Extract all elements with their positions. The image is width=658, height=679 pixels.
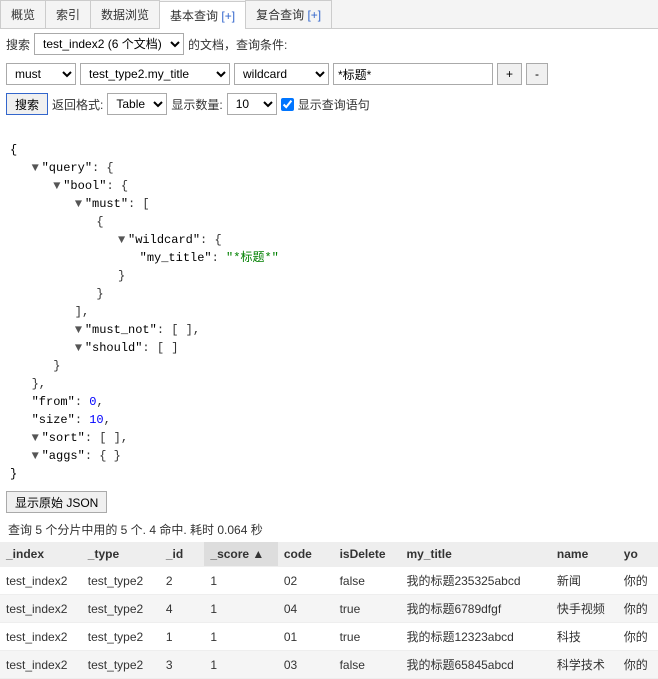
cell-type: test_type2 [82, 567, 160, 595]
tab-basic-query-add-icon[interactable]: [+] [221, 9, 235, 23]
cell-yourname: 你的 [618, 567, 658, 595]
tab-basic-query[interactable]: 基本查询 [+] [159, 1, 246, 29]
result-stats: 查询 5 个分片中用的 5 个. 4 命中. 耗时 0.064 秒 [0, 517, 658, 542]
query-json-view: { ▼"query": { ▼"bool": { ▼"must": [ { ▼"… [0, 119, 658, 487]
cell-isDelete: false [334, 651, 401, 679]
cell-isDelete: false [334, 567, 401, 595]
cell-isDelete: true [334, 623, 401, 651]
table-row[interactable]: test_index2test_type24104true我的标题6789dfg… [0, 595, 658, 623]
index-select[interactable]: test_index2 (6 个文档) [34, 33, 184, 55]
cell-code: 04 [278, 595, 334, 623]
cell-type: test_type2 [82, 651, 160, 679]
tab-browse[interactable]: 数据浏览 [90, 0, 160, 28]
bool-op-select[interactable]: must [6, 63, 76, 85]
cell-name: 科技 [551, 623, 618, 651]
table-row[interactable]: test_index2test_type23103false我的标题65845a… [0, 651, 658, 679]
cell-index: test_index2 [0, 567, 82, 595]
format-label: 返回格式: [52, 96, 103, 113]
cell-my_title: 我的标题6789dfgf [400, 595, 550, 623]
cell-name: 科学技术 [551, 651, 618, 679]
tab-bar: 概览 索引 数据浏览 基本查询 [+] 复合查询 [+] [0, 0, 658, 29]
show-query-checkbox[interactable] [281, 98, 294, 111]
tab-compound-query-label: 复合查询 [256, 8, 304, 22]
table-row[interactable]: test_index2test_type21101true我的标题12323ab… [0, 623, 658, 651]
cell-yourname: 你的 [618, 651, 658, 679]
query-type-select[interactable]: wildcard [234, 63, 329, 85]
cell-type: test_type2 [82, 623, 160, 651]
field-select[interactable]: test_type2.my_title [80, 63, 230, 85]
cell-my_title: 我的标题235325abcd [400, 567, 550, 595]
show-raw-json-button[interactable]: 显示原始 JSON [6, 491, 107, 513]
cell-my_title: 我的标题65845abcd [400, 651, 550, 679]
cell-name: 快手视频 [551, 595, 618, 623]
cell-index: test_index2 [0, 623, 82, 651]
add-condition-button[interactable]: + [497, 63, 522, 85]
cell-code: 02 [278, 567, 334, 595]
count-label: 显示数量: [171, 96, 222, 113]
table-row[interactable]: test_index2test_type22102false我的标题235325… [0, 567, 658, 595]
index-select-row: 搜索 test_index2 (6 个文档) 的文档，查询条件: [0, 29, 658, 59]
tab-compound-query-add-icon[interactable]: [+] [307, 8, 321, 22]
cell-id: 4 [160, 595, 205, 623]
cell-index: test_index2 [0, 651, 82, 679]
cell-score: 1 [204, 651, 277, 679]
cell-id: 2 [160, 567, 205, 595]
cell-index: test_index2 [0, 595, 82, 623]
cell-score: 1 [204, 567, 277, 595]
tab-overview[interactable]: 概览 [0, 0, 46, 28]
cell-yourname: 你的 [618, 595, 658, 623]
format-select[interactable]: Table [107, 93, 167, 115]
tab-indices[interactable]: 索引 [45, 0, 91, 28]
search-button[interactable]: 搜索 [6, 93, 48, 115]
cell-code: 03 [278, 651, 334, 679]
cell-score: 1 [204, 623, 277, 651]
doc-cond-label: 的文档，查询条件: [188, 36, 287, 53]
run-row: 搜索 返回格式: Table 显示数量: 10 显示查询语句 [0, 89, 658, 119]
tab-basic-query-label: 基本查询 [170, 9, 218, 23]
cell-yourname: 你的 [618, 623, 658, 651]
tab-compound-query[interactable]: 复合查询 [+] [245, 0, 332, 28]
count-select[interactable]: 10 [227, 93, 277, 115]
remove-condition-button[interactable]: - [526, 63, 548, 85]
show-query-label: 显示查询语句 [298, 96, 370, 113]
cell-score: 1 [204, 595, 277, 623]
cell-my_title: 我的标题12323abcd [400, 623, 550, 651]
cell-id: 1 [160, 623, 205, 651]
condition-row: must test_type2.my_title wildcard + - [0, 59, 658, 89]
search-label: 搜索 [6, 36, 30, 53]
cell-name: 新闻 [551, 567, 618, 595]
cell-id: 3 [160, 651, 205, 679]
query-value-input[interactable] [333, 63, 493, 85]
cell-type: test_type2 [82, 595, 160, 623]
cell-isDelete: true [334, 595, 401, 623]
cell-code: 01 [278, 623, 334, 651]
